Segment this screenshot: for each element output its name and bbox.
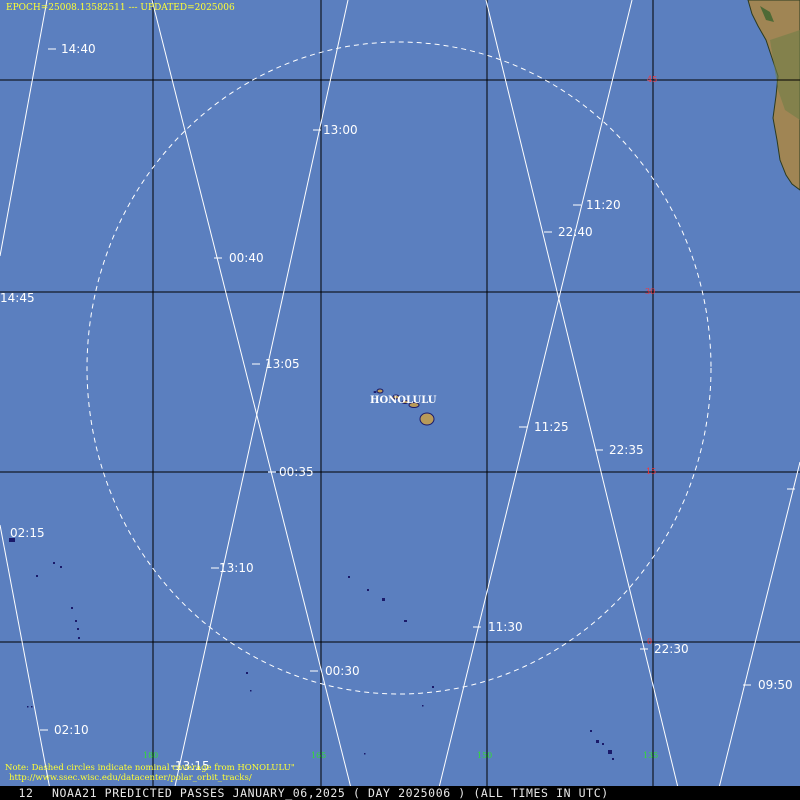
lon-label-150: 150 — [477, 751, 492, 760]
lat-label-15: 15 — [646, 467, 656, 476]
pass-time-22-30: 22:30 — [654, 642, 689, 656]
lat-label-0: 0 — [647, 637, 652, 646]
lon-label-135: 135 — [643, 751, 658, 760]
footer-title: NOAA21 PREDICTED PASSES JANUARY_06,2025 … — [52, 786, 609, 800]
pass-time-13-10: 13:10 — [219, 561, 254, 575]
map-canvas: 45 30 15 0 180 165 150 135 HONOLULU 14:4… — [0, 0, 800, 800]
satellite-pass-map: 45 30 15 0 180 165 150 135 HONOLULU 14:4… — [0, 0, 800, 800]
lat-label-30: 30 — [645, 287, 655, 296]
pass-time-02-15: 02:15 — [10, 526, 45, 540]
pass-time-13-00: 13:00 — [323, 123, 358, 137]
pass-time-00-30: 00:30 — [325, 664, 360, 678]
lon-label-165: 165 — [311, 751, 326, 760]
pass-time-11-20: 11:20 — [586, 198, 621, 212]
epoch-header: EPOCH=25008.13582511 --- UPDATED=2025006 — [6, 3, 235, 13]
pass-time-11-25: 11:25 — [534, 420, 569, 434]
pass-time-00-40: 00:40 — [229, 251, 264, 265]
coverage-note-line1: Note: Dashed circles indicate nominal co… — [5, 763, 295, 773]
pass-time-22-40: 22:40 — [558, 225, 593, 239]
coverage-note-url: http://www.ssec.wisc.edu/datacenter/pola… — [9, 773, 252, 783]
pass-time-22-35: 22:35 — [609, 443, 644, 457]
pass-time-02-10: 02:10 — [54, 723, 89, 737]
footer-bar: 12 NOAA21 PREDICTED PASSES JANUARY_06,202… — [0, 786, 800, 800]
lat-label-45: 45 — [647, 75, 657, 84]
pass-time-14-45: 14:45 — [0, 291, 35, 305]
pass-time-09-50: 09:50 — [758, 678, 793, 692]
pass-time-13-05: 13:05 — [265, 357, 300, 371]
coverage-note: Note: Dashed circles indicate nominal co… — [5, 763, 295, 783]
station-label: HONOLULU — [370, 395, 437, 406]
pass-time-11-30: 11:30 — [488, 620, 523, 634]
lon-label-180: 180 — [143, 751, 158, 760]
page-number: 12 — [18, 786, 34, 800]
pass-time-00-35: 00:35 — [279, 465, 314, 479]
pass-time-14-40: 14:40 — [61, 42, 96, 56]
